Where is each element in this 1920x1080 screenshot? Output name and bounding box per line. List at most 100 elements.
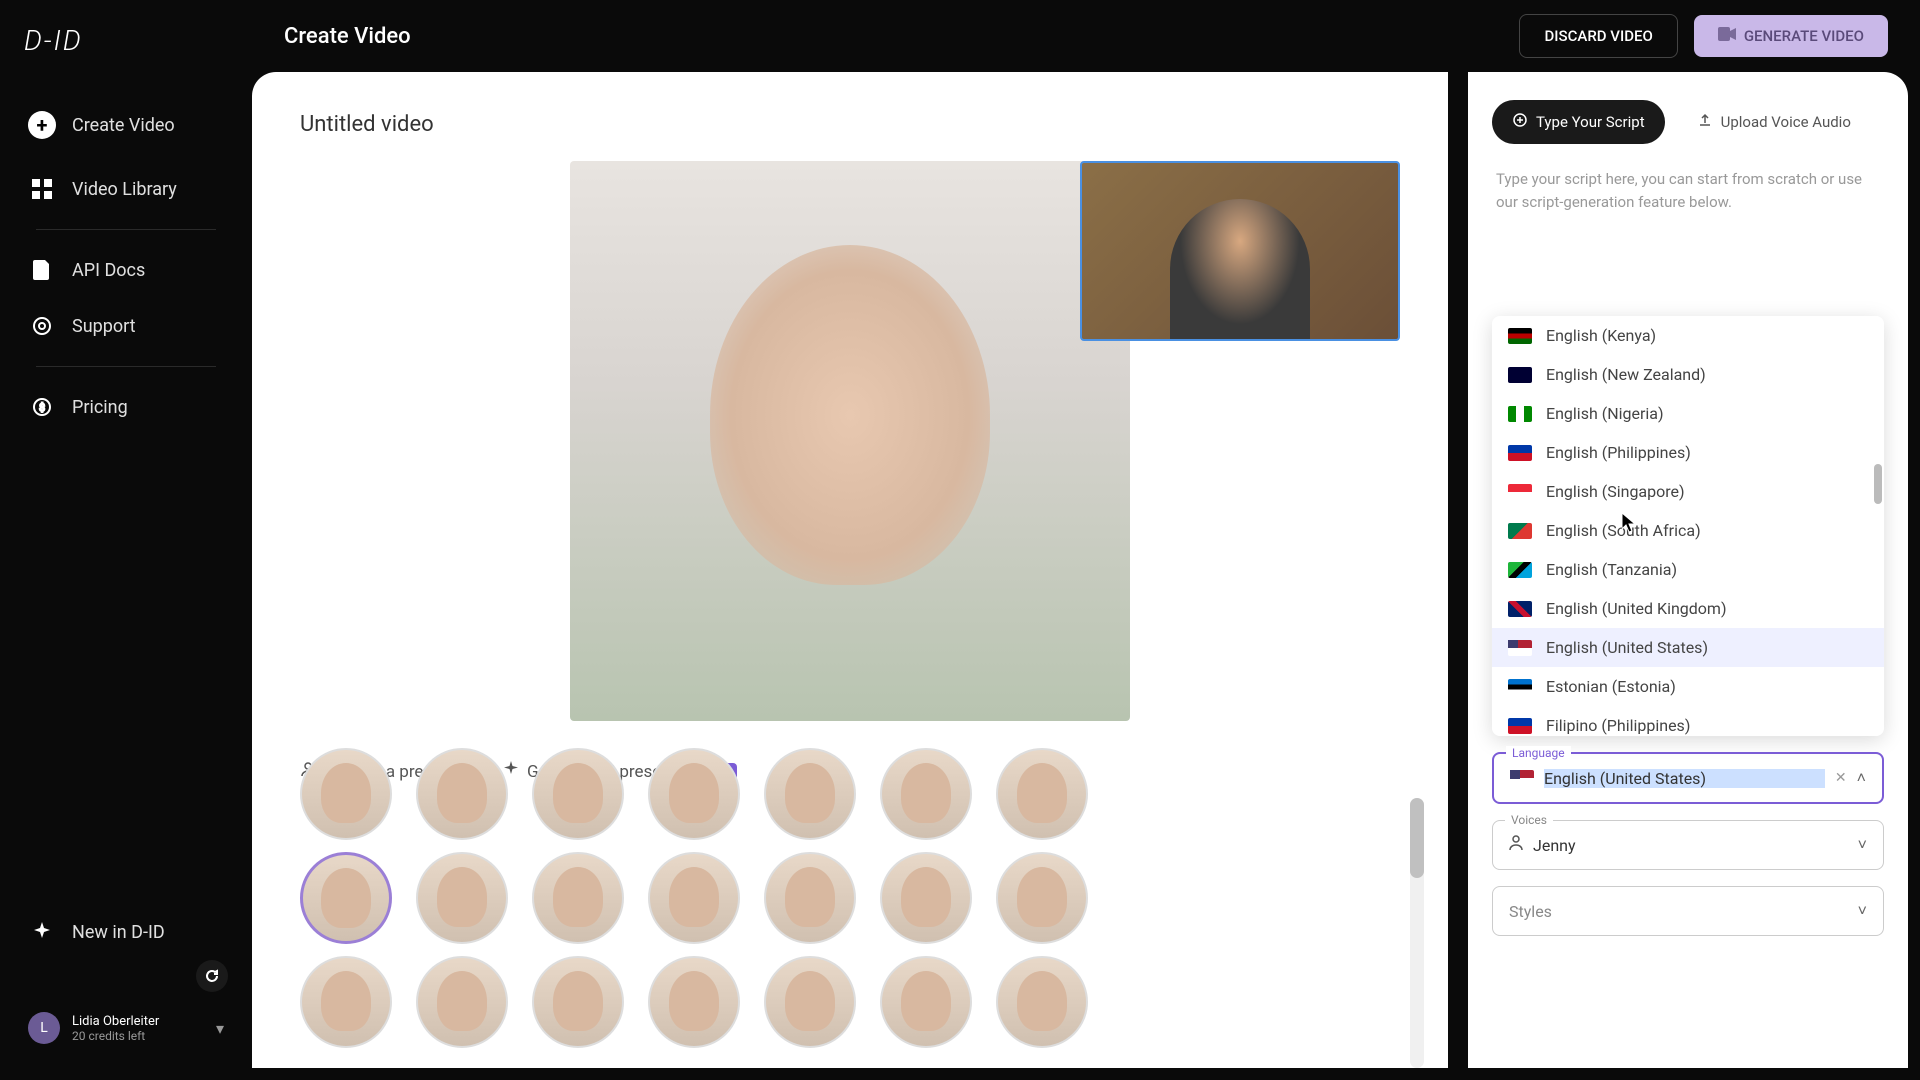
avatar-option[interactable]	[416, 956, 508, 1048]
avatar-option[interactable]	[532, 852, 624, 944]
option-label: English (Kenya)	[1546, 326, 1656, 345]
avatar-option[interactable]	[648, 956, 740, 1048]
script-tabs: Type Your Script Upload Voice Audio	[1492, 100, 1884, 144]
avatar-scrollbar[interactable]	[1410, 798, 1424, 1068]
user-name: Lidia Oberleiter	[72, 1014, 204, 1029]
doc-icon	[28, 256, 56, 284]
user-info: Lidia Oberleiter 20 credits left	[72, 1014, 204, 1043]
generate-label: GENERATE VIDEO	[1744, 27, 1864, 45]
avatar-option[interactable]	[764, 748, 856, 840]
option-label: English (Singapore)	[1546, 482, 1685, 501]
discard-button[interactable]: DISCARD VIDEO	[1519, 14, 1677, 58]
flag-icon	[1508, 367, 1532, 383]
avatar-option[interactable]	[532, 748, 624, 840]
avatar-option[interactable]	[648, 748, 740, 840]
avatar-option[interactable]	[880, 956, 972, 1048]
video-icon	[1718, 27, 1736, 45]
refresh-button[interactable]	[196, 960, 228, 992]
nav-label: New in D-ID	[72, 922, 165, 943]
tab-type-script[interactable]: Type Your Script	[1492, 100, 1665, 144]
language-select[interactable]: Language English (United States) ✕ ˄	[1492, 752, 1884, 804]
styles-select[interactable]: Styles ˅	[1492, 886, 1884, 936]
avatar-option[interactable]	[416, 852, 508, 944]
user-avatar: L	[28, 1012, 60, 1044]
webcam-overlay[interactable]	[1080, 161, 1400, 341]
nav-create-video[interactable]: + Create Video	[12, 97, 240, 153]
chevron-down-icon[interactable]: ˅	[1858, 835, 1867, 855]
dropdown-scrollbar[interactable]	[1874, 320, 1882, 732]
language-option[interactable]: English (Philippines)	[1492, 433, 1884, 472]
avatar-option[interactable]	[300, 748, 392, 840]
avatar-grid	[300, 798, 1400, 1068]
tab-upload-audio[interactable]: Upload Voice Audio	[1677, 100, 1871, 144]
language-option[interactable]: Estonian (Estonia)	[1492, 667, 1884, 706]
language-option[interactable]: English (Tanzania)	[1492, 550, 1884, 589]
main-area: Create Video DISCARD VIDEO GENERATE VIDE…	[252, 0, 1920, 1080]
language-option[interactable]: English (South Africa)	[1492, 511, 1884, 550]
nav-label: API Docs	[72, 260, 145, 281]
language-option[interactable]: English (Kenya)	[1492, 316, 1884, 355]
avatar-option[interactable]	[764, 956, 856, 1048]
sidebar-bottom: New in D-ID L Lidia Oberleiter 20 credit…	[0, 904, 252, 1056]
video-title-input[interactable]: Untitled video	[300, 112, 1400, 137]
avatar-option[interactable]	[532, 956, 624, 1048]
topbar: Create Video DISCARD VIDEO GENERATE VIDE…	[252, 0, 1920, 72]
language-option[interactable]: English (Nigeria)	[1492, 394, 1884, 433]
user-menu[interactable]: L Lidia Oberleiter 20 credits left ▾	[12, 1000, 240, 1056]
avatar-option[interactable]	[880, 852, 972, 944]
plus-circle-icon	[1512, 112, 1528, 132]
flag-icon	[1508, 484, 1532, 500]
plus-icon: +	[28, 111, 56, 139]
presenter-image	[570, 161, 1130, 721]
option-label: English (South Africa)	[1546, 521, 1701, 540]
script-textarea[interactable]: Type your script here, you can start fro…	[1492, 160, 1884, 300]
avatar-option[interactable]	[880, 748, 972, 840]
flag-icon	[1508, 328, 1532, 344]
avatar-option[interactable]	[764, 852, 856, 944]
grid-icon	[28, 175, 56, 203]
chevron-up-icon[interactable]: ˄	[1857, 768, 1866, 788]
option-label: English (United States)	[1546, 638, 1708, 657]
avatar-option[interactable]	[648, 852, 740, 944]
clear-icon[interactable]: ✕	[1835, 770, 1847, 786]
presenter-preview	[300, 161, 1400, 745]
voices-select[interactable]: Voices Jenny ˅	[1492, 820, 1884, 870]
nav-label: Create Video	[72, 115, 175, 136]
avatar-option[interactable]	[300, 956, 392, 1048]
flag-icon	[1508, 406, 1532, 422]
flag-icon	[1508, 445, 1532, 461]
flag-icon	[1508, 601, 1532, 617]
avatar-option[interactable]	[416, 748, 508, 840]
avatar-option[interactable]	[996, 852, 1088, 944]
flag-icon	[1510, 770, 1534, 786]
nav-support[interactable]: Support	[12, 298, 240, 354]
select-value: Jenny	[1533, 836, 1848, 855]
divider	[36, 229, 216, 230]
chevron-down-icon[interactable]: ˅	[1858, 901, 1867, 921]
chevron-down-icon: ▾	[216, 1019, 224, 1038]
nav-api-docs[interactable]: API Docs	[12, 242, 240, 298]
avatar-option[interactable]	[996, 748, 1088, 840]
language-option-selected[interactable]: English (United States)	[1492, 628, 1884, 667]
avatar-option-selected[interactable]	[300, 852, 392, 944]
nav-whats-new[interactable]: New in D-ID	[12, 904, 240, 960]
select-label: Language	[1506, 746, 1571, 760]
nav-pricing[interactable]: $ Pricing	[12, 379, 240, 435]
avatar-row	[300, 956, 1400, 1048]
language-option[interactable]: English (New Zealand)	[1492, 355, 1884, 394]
avatar-row	[300, 852, 1400, 944]
canvas-area: Untitled video Choose a presenter Genera…	[252, 72, 1448, 1068]
option-label: Estonian (Estonia)	[1546, 677, 1676, 696]
nav-video-library[interactable]: Video Library	[12, 161, 240, 217]
life-ring-icon	[28, 312, 56, 340]
option-label: English (United Kingdom)	[1546, 599, 1727, 618]
language-option[interactable]: Filipino (Philippines)	[1492, 706, 1884, 736]
avatar-option[interactable]	[996, 956, 1088, 1048]
option-label: English (Nigeria)	[1546, 404, 1664, 423]
language-option[interactable]: English (United Kingdom)	[1492, 589, 1884, 628]
language-option[interactable]: English (Singapore)	[1492, 472, 1884, 511]
language-dropdown-list[interactable]: English (Kenya) English (New Zealand) En…	[1492, 316, 1884, 736]
generate-button[interactable]: GENERATE VIDEO	[1694, 15, 1888, 57]
avatar-row	[300, 798, 1400, 840]
nav-label: Pricing	[72, 397, 128, 418]
